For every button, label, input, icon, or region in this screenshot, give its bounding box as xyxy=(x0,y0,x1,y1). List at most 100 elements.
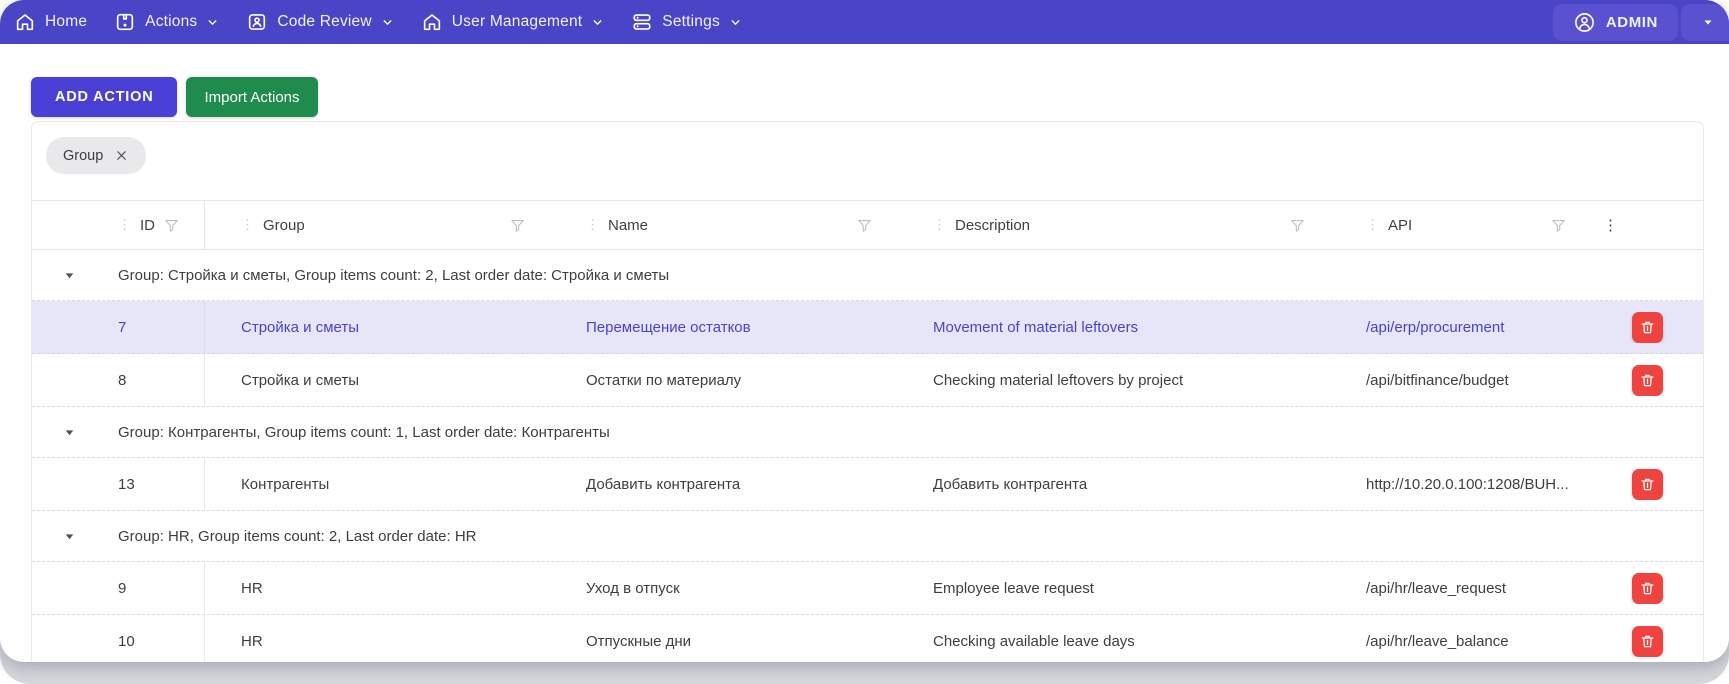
top-nav: Home Actions Code Review User Management Set… xyxy=(0,0,1729,44)
group-collapse-toggle[interactable] xyxy=(32,269,106,282)
admin-label: ADMIN xyxy=(1606,14,1658,31)
trash-icon xyxy=(1639,319,1656,336)
group-summary-text: Group: Стройка и сметы, Group items coun… xyxy=(106,267,669,284)
drag-handle-icon[interactable]: ⋮ xyxy=(1366,217,1380,233)
column-header-label: Name xyxy=(608,217,648,234)
drag-handle-icon[interactable]: ⋮ xyxy=(241,217,255,233)
group-summary-text: Group: Контрагенты, Group items count: 1… xyxy=(106,424,610,441)
cell-name: Уход в отпуск xyxy=(550,580,897,597)
cell-description: Checking available leave days xyxy=(897,633,1330,650)
nav-items: Home Actions Code Review User Management Set… xyxy=(14,11,769,33)
triangle-down-icon xyxy=(63,530,76,543)
close-icon[interactable] xyxy=(114,148,129,163)
filter-funnel-icon[interactable] xyxy=(1550,217,1567,234)
filter-funnel-icon[interactable] xyxy=(163,217,180,234)
cell-description: Employee leave request xyxy=(897,580,1330,597)
filter-funnel-icon[interactable] xyxy=(509,217,526,234)
column-header-label: Description xyxy=(955,217,1030,234)
cell-id: 13 xyxy=(106,458,205,510)
nav-item-user-management[interactable]: User Management xyxy=(421,11,605,33)
column-header-group[interactable]: ⋮ Group xyxy=(205,201,550,249)
nav-item-actions[interactable]: Actions xyxy=(114,11,219,33)
table-row[interactable]: 13КонтрагентыДобавить контрагентаДобавит… xyxy=(32,458,1703,511)
actions-table: ⋮ ID ⋮ Group ⋮ Name ⋮ Description ⋮ API ⋮ Group: С… xyxy=(32,200,1703,662)
nav-item-home[interactable]: Home xyxy=(14,11,87,33)
trash-icon xyxy=(1639,580,1656,597)
column-header-id[interactable]: ⋮ ID xyxy=(106,201,205,249)
column-header-actions-menu[interactable]: ⋮ xyxy=(1591,201,1703,249)
table-body: Group: Стройка и сметы, Group items coun… xyxy=(32,250,1703,662)
filter-funnel-icon[interactable] xyxy=(856,217,873,234)
admin-dropdown-button[interactable] xyxy=(1681,4,1729,41)
page-background: Home Actions Code Review User Management Set… xyxy=(0,0,1729,684)
toolbar: ADD ACTION Import Actions xyxy=(31,77,1729,117)
group-collapse-toggle[interactable] xyxy=(32,426,106,439)
id-badge-icon xyxy=(246,11,268,33)
admin-menu-button[interactable]: ADMIN xyxy=(1553,4,1678,41)
chevron-down-icon xyxy=(381,16,394,29)
cell-id: 8 xyxy=(106,354,205,406)
cell-actions xyxy=(1591,365,1703,396)
cell-api: http://10.20.0.100:1208/BUH... xyxy=(1330,476,1591,493)
column-header-api[interactable]: ⋮ API xyxy=(1330,201,1591,249)
column-menu-icon[interactable]: ⋮ xyxy=(1603,216,1618,234)
cell-id: 10 xyxy=(106,615,205,662)
table-row[interactable]: 7Стройка и сметыПеремещение остатковMove… xyxy=(32,301,1703,354)
cell-id: 9 xyxy=(106,562,205,614)
save-icon xyxy=(114,11,136,33)
table-row[interactable]: 10HRОтпускные дниChecking available leav… xyxy=(32,615,1703,662)
user-circle-icon xyxy=(1573,11,1596,34)
cell-group: HR xyxy=(205,633,550,650)
cell-api: /api/bitfinance/budget xyxy=(1330,372,1591,389)
trash-icon xyxy=(1639,633,1656,650)
home-icon xyxy=(421,11,443,33)
cell-actions xyxy=(1591,469,1703,500)
delete-row-button[interactable] xyxy=(1632,312,1663,343)
delete-row-button[interactable] xyxy=(1632,469,1663,500)
group-filter-chip-label: Group xyxy=(63,148,103,164)
drag-handle-icon[interactable]: ⋮ xyxy=(586,217,600,233)
nav-item-settings[interactable]: Settings xyxy=(631,11,742,33)
trash-icon xyxy=(1639,372,1656,389)
filter-chip-row: Group xyxy=(32,122,1703,200)
cell-name: Добавить контрагента xyxy=(550,476,897,493)
delete-row-button[interactable] xyxy=(1632,365,1663,396)
column-header-label: Group xyxy=(263,217,305,234)
table-row[interactable]: 9HRУход в отпускEmployee leave request/a… xyxy=(32,562,1703,615)
cell-api: /api/erp/procurement xyxy=(1330,319,1591,336)
nav-item-code-review[interactable]: Code Review xyxy=(246,11,393,33)
group-summary-row[interactable]: Group: HR, Group items count: 2, Last or… xyxy=(32,511,1703,562)
group-summary-row[interactable]: Group: Стройка и сметы, Group items coun… xyxy=(32,250,1703,301)
drag-handle-icon[interactable]: ⋮ xyxy=(118,217,132,233)
column-header-name[interactable]: ⋮ Name xyxy=(550,201,897,249)
cell-description: Movement of material leftovers xyxy=(897,319,1330,336)
trash-icon xyxy=(1639,476,1656,493)
cell-api: /api/hr/leave_request xyxy=(1330,580,1591,597)
cell-group: HR xyxy=(205,580,550,597)
nav-item-label: Code Review xyxy=(277,13,371,31)
group-filter-chip[interactable]: Group xyxy=(46,137,146,174)
drag-handle-icon[interactable]: ⋮ xyxy=(933,217,947,233)
actions-table-panel: Group ⋮ ID ⋮ Group ⋮ Name ⋮ Description ⋮ API ⋮ Gr… xyxy=(31,121,1704,662)
cell-group: Стройка и сметы xyxy=(205,372,550,389)
chevron-down-icon xyxy=(206,16,219,29)
cell-group: Контрагенты xyxy=(205,476,550,493)
nav-item-label: User Management xyxy=(452,13,583,31)
cell-api: /api/hr/leave_balance xyxy=(1330,633,1591,650)
table-row[interactable]: 8Стройка и сметыОстатки по материалуChec… xyxy=(32,354,1703,407)
group-summary-row[interactable]: Group: Контрагенты, Group items count: 1… xyxy=(32,407,1703,458)
cell-id: 7 xyxy=(106,301,205,353)
group-collapse-toggle[interactable] xyxy=(32,530,106,543)
nav-item-label: Actions xyxy=(145,13,197,31)
column-header-label: ID xyxy=(140,217,155,234)
chevron-down-icon xyxy=(591,16,604,29)
add-action-button[interactable]: ADD ACTION xyxy=(31,77,177,117)
delete-row-button[interactable] xyxy=(1632,626,1663,657)
triangle-down-icon xyxy=(63,269,76,282)
cell-name: Перемещение остатков xyxy=(550,319,897,336)
column-header-description[interactable]: ⋮ Description xyxy=(897,201,1330,249)
import-actions-button[interactable]: Import Actions xyxy=(186,77,317,117)
column-header-label: API xyxy=(1388,217,1412,234)
filter-funnel-icon[interactable] xyxy=(1289,217,1306,234)
delete-row-button[interactable] xyxy=(1632,573,1663,604)
